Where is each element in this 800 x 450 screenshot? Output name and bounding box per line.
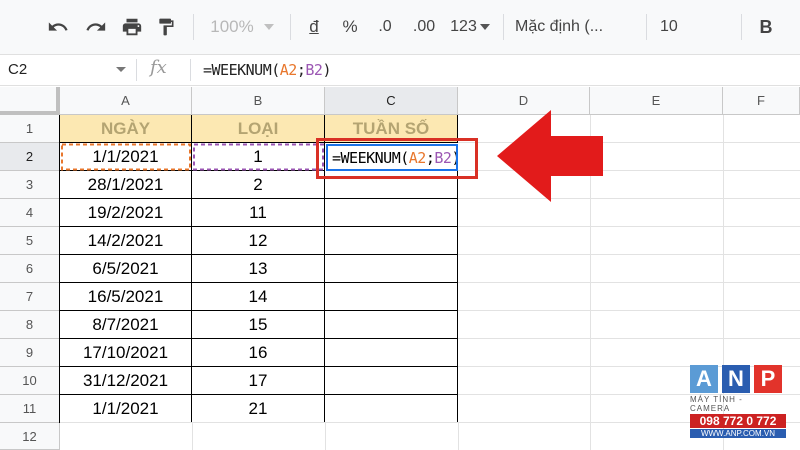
formula-input[interactable]: =WEEKNUM(A2;B2) <box>203 55 331 85</box>
decrease-decimal-button[interactable]: .0 <box>370 0 400 54</box>
ref-b2-outline <box>193 143 324 171</box>
logo-phone: 098 772 0 772 <box>690 414 786 428</box>
paint-format-icon[interactable] <box>152 0 180 54</box>
formula-suffix: ) <box>322 61 331 79</box>
bold-button[interactable]: B <box>752 0 780 54</box>
name-box-caret-icon[interactable] <box>116 67 126 72</box>
formula-divider <box>190 59 191 81</box>
formula-ref-a: A2 <box>279 61 298 79</box>
print-icon[interactable] <box>118 0 146 54</box>
zoom-value: 100% <box>210 17 254 36</box>
toolbar-divider <box>741 14 742 40</box>
increase-decimal-label: .00 <box>412 18 436 35</box>
formula-bar: C2 fx =WEEKNUM(A2;B2) <box>0 55 800 86</box>
toolbar-divider <box>193 14 194 40</box>
undo-icon[interactable] <box>44 0 72 54</box>
logo-tagline: MÁY TÍNH - CAMERA <box>690 395 743 413</box>
anp-logo-letters: A N P <box>690 365 786 393</box>
font-family-select[interactable]: Mặc định (... <box>515 0 630 54</box>
font-size-select[interactable]: 10 <box>660 0 692 54</box>
name-box[interactable]: C2 <box>8 55 27 85</box>
font-size-value: 10 <box>660 18 678 35</box>
logo-letter-a: A <box>690 365 718 393</box>
anp-logo: A N P MÁY TÍNH - CAMERA 098 772 0 772 WW… <box>690 365 786 438</box>
more-formats-button[interactable]: 123 <box>444 0 496 54</box>
redo-icon[interactable] <box>82 0 110 54</box>
toolbar-divider <box>503 14 504 40</box>
increase-decimal-button[interactable]: .00 <box>406 0 442 54</box>
zoom-select[interactable]: 100% <box>208 0 256 54</box>
bold-label: B <box>759 16 773 37</box>
zoom-caret-icon[interactable] <box>262 0 276 54</box>
toolbar: 100% đ % .0 .00 123 Mặc định (... 10 B <box>0 0 800 55</box>
toolbar-divider <box>290 14 291 40</box>
currency-label: đ <box>309 17 319 36</box>
logo-letter-n: N <box>722 365 750 393</box>
red-arrow-icon <box>497 110 603 202</box>
fx-icon: fx <box>150 57 167 78</box>
more-formats-caret-icon <box>479 24 490 30</box>
logo-letter-p: P <box>754 365 782 393</box>
currency-format-button[interactable]: đ <box>300 0 328 54</box>
toolbar-divider <box>646 14 647 40</box>
logo-website: WWW.ANP.COM.VN <box>690 429 786 438</box>
spreadsheet-grid: A B C D E F 1 2 3 4 5 6 7 8 9 10 11 12 N… <box>0 87 800 450</box>
percent-format-button[interactable]: % <box>336 0 364 54</box>
ref-a2-outline <box>61 143 191 171</box>
highlight-box <box>316 138 478 179</box>
percent-label: % <box>342 17 358 36</box>
formula-ref-b: B2 <box>305 61 323 79</box>
formula-divider <box>136 59 137 81</box>
decrease-decimal-label: .0 <box>378 18 392 35</box>
formula-prefix: =WEEKNUM( <box>203 61 280 79</box>
font-family-value: Mặc định (... <box>515 18 604 35</box>
more-formats-label: 123 <box>450 18 477 35</box>
